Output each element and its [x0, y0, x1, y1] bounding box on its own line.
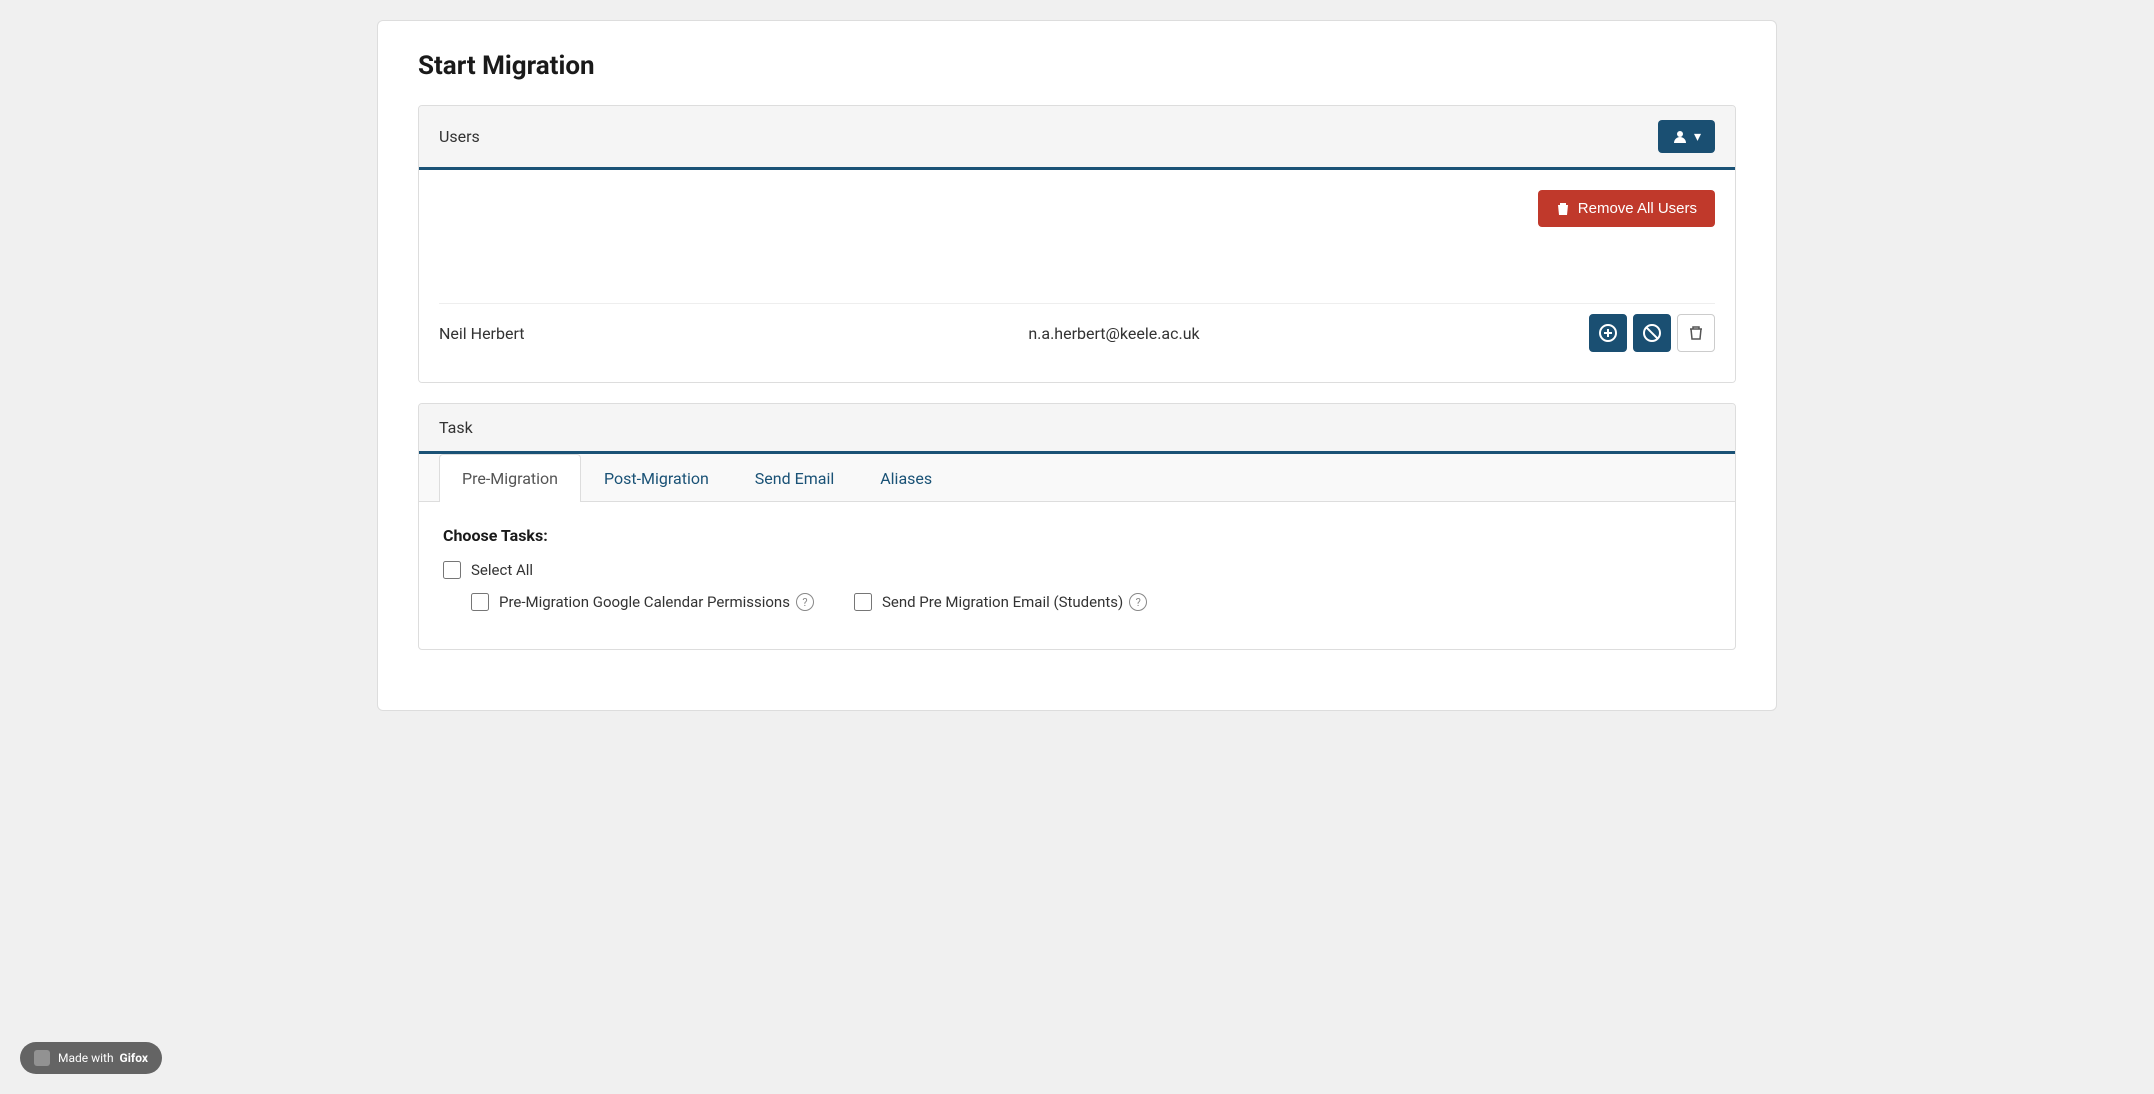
gcal-label[interactable]: Pre-Migration Google Calendar Permission…: [499, 593, 814, 611]
user-actions: [1589, 314, 1715, 352]
gifox-logo-icon: [34, 1050, 50, 1066]
premig-email-label[interactable]: Send Pre Migration Email (Students) ?: [882, 593, 1147, 611]
checkbox-gcal-row: Pre-Migration Google Calendar Permission…: [471, 593, 814, 611]
ban-icon: [1643, 324, 1661, 342]
user-email: n.a.herbert@keele.ac.uk: [639, 324, 1589, 343]
task-checkboxes-grid: Pre-Migration Google Calendar Permission…: [471, 593, 1711, 625]
delete-user-button[interactable]: [1677, 314, 1715, 352]
trash-icon: [1556, 201, 1570, 217]
gifox-brand: Gifox: [120, 1051, 148, 1065]
tab-post-migration[interactable]: Post-Migration: [581, 454, 732, 502]
tab-aliases[interactable]: Aliases: [857, 454, 955, 502]
tab-content-pre-migration: Choose Tasks: Select All Pre-Migration G…: [419, 502, 1735, 649]
gifox-badge: Made with Gifox: [20, 1042, 162, 1074]
users-section-body: Remove All Users Neil Herbert n.a.herber…: [419, 170, 1735, 382]
trash-icon: [1689, 325, 1703, 341]
page-title: Start Migration: [418, 51, 1736, 81]
task-section-body: Pre-Migration Post-Migration Send Email …: [419, 454, 1735, 649]
add-user-button[interactable]: ▾: [1658, 120, 1715, 153]
task-section-header: Task: [419, 404, 1735, 454]
task-section: Task Pre-Migration Post-Migration Send E…: [418, 403, 1736, 650]
tabs-bar: Pre-Migration Post-Migration Send Email …: [419, 454, 1735, 502]
premig-email-help-icon[interactable]: ?: [1129, 593, 1147, 611]
tab-pre-migration[interactable]: Pre-Migration: [439, 454, 581, 502]
users-section-label: Users: [439, 127, 480, 146]
premig-email-checkbox[interactable]: [854, 593, 872, 611]
user-row: Neil Herbert n.a.herbert@keele.ac.uk: [439, 303, 1715, 362]
add-permission-button[interactable]: [1589, 314, 1627, 352]
select-all-row: Select All: [443, 561, 1711, 579]
page-wrapper: Start Migration Users ▾ Remove All Users: [377, 20, 1777, 711]
person-icon: [1672, 129, 1688, 145]
block-button[interactable]: [1633, 314, 1671, 352]
chevron-down-icon: ▾: [1694, 128, 1701, 145]
users-section: Users ▾ Remove All Users Neil Herbert n.: [418, 105, 1736, 383]
task-section-label: Task: [439, 418, 473, 437]
select-all-checkbox[interactable]: [443, 561, 461, 579]
users-section-header: Users ▾: [419, 106, 1735, 170]
gifox-made-with: Made with Gifox: [58, 1051, 148, 1065]
tab-send-email[interactable]: Send Email: [732, 454, 857, 502]
user-name: Neil Herbert: [439, 324, 639, 343]
select-all-label[interactable]: Select All: [471, 561, 533, 579]
gcal-checkbox[interactable]: [471, 593, 489, 611]
gcal-help-icon[interactable]: ?: [796, 593, 814, 611]
remove-all-users-button[interactable]: Remove All Users: [1538, 190, 1715, 227]
plus-circle-icon: [1599, 324, 1617, 342]
checkbox-premig-email-row: Send Pre Migration Email (Students) ?: [854, 593, 1147, 611]
choose-tasks-label: Choose Tasks:: [443, 526, 1711, 545]
